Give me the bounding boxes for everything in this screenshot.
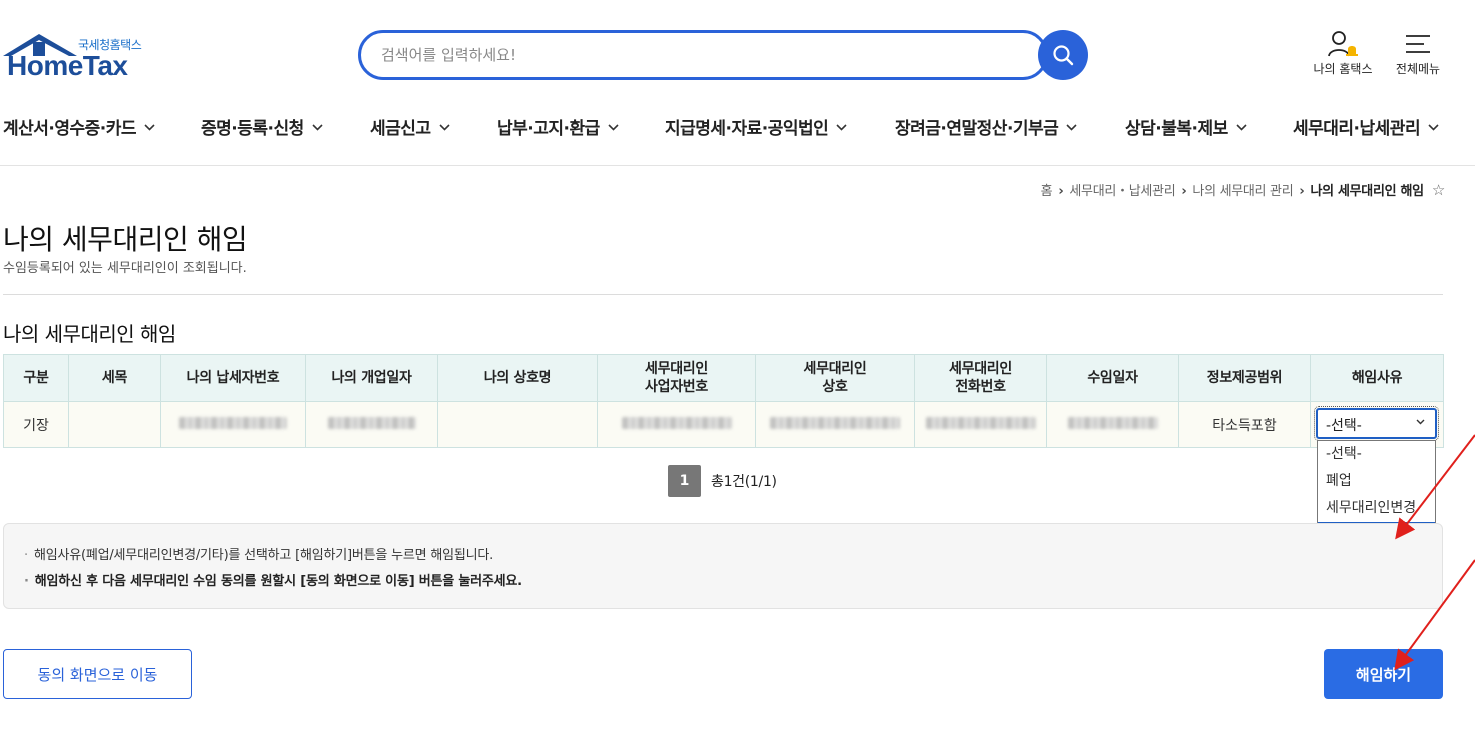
cell-contract-date — [1046, 401, 1179, 448]
global-nav: 계산서·영수증·카드 증명·등록·신청 세금신고 납부·고지·환급 지급명세·자… — [0, 104, 1475, 146]
table-header-row: 구분 세목 나의 납세자번호 나의 개업일자 나의 상호명 세무대리인 사업자번호… — [3, 354, 1444, 402]
redacted-value — [1067, 416, 1158, 429]
chevron-down-icon — [144, 124, 155, 131]
cell-info-scope: 타소득포함 — [1178, 401, 1311, 448]
search-bar — [358, 30, 1048, 80]
star-favorite-icon[interactable]: ☆ — [1432, 181, 1445, 199]
all-menu-label: 전체메뉴 — [1395, 62, 1441, 76]
option-select[interactable]: -선택- — [1318, 441, 1435, 468]
breadcrumb-level1[interactable]: 세무대리・납세관리 — [1069, 184, 1175, 199]
search-input[interactable] — [381, 43, 1021, 67]
nav-item-tax-return[interactable]: 세금신고 — [370, 114, 450, 139]
page-total: 총1건(1/1) — [711, 474, 777, 490]
redacted-value — [770, 416, 900, 429]
chevron-down-icon — [438, 124, 450, 131]
cell-agent-bizno — [597, 401, 756, 448]
chevron-down-icon — [836, 124, 847, 131]
cell-type: 기장 — [3, 401, 69, 448]
col-header-open-date: 나의 개업일자 — [305, 354, 438, 402]
breadcrumb: 홈 › 세무대리・납세관리 › 나의 세무대리 관리 › 나의 세무대리인 해임 ☆ — [1040, 181, 1446, 199]
col-header-taxpayer-no: 나의 납세자번호 — [160, 354, 306, 402]
redacted-value — [621, 416, 732, 429]
search-button[interactable] — [1038, 30, 1088, 80]
redacted-value — [327, 416, 416, 429]
page-description: 수임등록되어 있는 세무대리인이 조회됩니다. — [3, 261, 247, 276]
chevron-down-icon — [1236, 124, 1247, 131]
cell-taxpayer-no — [160, 401, 306, 448]
cell-open-date — [305, 401, 438, 448]
section-title: 나의 세무대리인 해임 — [3, 322, 176, 346]
col-header-type: 구분 — [3, 354, 69, 402]
breadcrumb-level2[interactable]: 나의 세무대리 관리 — [1192, 184, 1293, 199]
title-divider — [3, 294, 1443, 295]
col-header-contract-date: 수임일자 — [1046, 354, 1179, 402]
hamburger-menu-icon — [1406, 35, 1430, 53]
select-value: -선택- — [1326, 418, 1362, 434]
my-hometax-label: 나의 홈택스 — [1313, 62, 1373, 76]
nav-item-invoice[interactable]: 계산서·영수증·카드 — [3, 114, 155, 139]
chevron-down-icon — [608, 124, 619, 131]
redacted-value — [179, 416, 287, 429]
col-header-tax-item: 세목 — [68, 354, 161, 402]
dismiss-reason-select[interactable]: -선택- — [1314, 406, 1439, 441]
col-header-agent-phone: 세무대리인 전화번호 — [914, 354, 1047, 402]
nav-item-statements[interactable]: 지급명세·자료·공익법인 — [665, 114, 847, 139]
chevron-down-icon — [1066, 124, 1077, 131]
cell-agent-phone — [914, 401, 1047, 448]
user-bell-icon — [1328, 31, 1358, 57]
breadcrumb-home[interactable]: 홈 — [1041, 184, 1053, 199]
option-closure[interactable]: 폐업 — [1318, 468, 1435, 495]
tax-agent-table: 구분 세목 나의 납세자번호 나의 개업일자 나의 상호명 세무대리인 사업자번호… — [3, 354, 1444, 448]
col-header-agent-bizno: 세무대리인 사업자번호 — [597, 354, 756, 402]
go-to-consent-button[interactable]: 동의 화면으로 이동 — [3, 649, 192, 699]
nav-item-incentives[interactable]: 장려금·연말정산·기부금 — [895, 114, 1077, 139]
notice-line-2: · 해임하신 후 다음 세무대리인 수임 동의를 원할시 [동의 화면으로 이동]… — [24, 574, 522, 589]
search-icon — [1053, 45, 1074, 66]
cell-business-name — [437, 401, 598, 448]
nav-item-certificate[interactable]: 증명·등록·신청 — [201, 114, 323, 139]
breadcrumb-current: 나의 세무대리인 해임 — [1310, 184, 1424, 199]
dismiss-button[interactable]: 해임하기 — [1324, 649, 1443, 699]
cell-agent-name — [755, 401, 915, 448]
col-header-dismiss-reason: 해임사유 — [1310, 354, 1444, 402]
chevron-down-icon — [1428, 124, 1439, 131]
nav-item-payment[interactable]: 납부·고지·환급 — [497, 114, 619, 139]
my-hometax-link[interactable]: 나의 홈택스 — [1308, 28, 1378, 77]
chevron-down-icon — [312, 124, 323, 131]
all-menu-button[interactable]: 전체메뉴 — [1388, 28, 1448, 77]
chevron-down-icon — [1416, 419, 1425, 425]
page-title: 나의 세무대리인 해임 — [3, 223, 248, 256]
page-number-button[interactable]: 1 — [668, 465, 701, 497]
notice-line-1: · 해임사유(폐업/세무대리인변경/기타)를 선택하고 [해임하기]버튼을 누르면… — [24, 548, 494, 563]
table-row: 기장 타소득포함 — [3, 401, 1444, 448]
col-header-agent-name: 세무대리인 상호 — [755, 354, 915, 402]
option-agent-change[interactable]: 세무대리인변경 — [1318, 495, 1435, 522]
logo-title: HomeTax — [7, 50, 128, 81]
nav-divider — [0, 165, 1475, 166]
notice-box: · 해임사유(폐업/세무대리인변경/기타)를 선택하고 [해임하기]버튼을 누르면… — [3, 523, 1443, 609]
col-header-info-scope: 정보제공범위 — [1178, 354, 1311, 402]
hometax-logo[interactable]: 국세청홈택스 HomeTax — [3, 30, 163, 82]
nav-item-tax-agent[interactable]: 세무대리·납세관리 — [1293, 114, 1439, 139]
cell-tax-item — [68, 401, 161, 448]
redacted-value — [925, 416, 1036, 429]
nav-item-consulting[interactable]: 상담·불복·제보 — [1125, 114, 1247, 139]
col-header-business-name: 나의 상호명 — [437, 354, 598, 402]
